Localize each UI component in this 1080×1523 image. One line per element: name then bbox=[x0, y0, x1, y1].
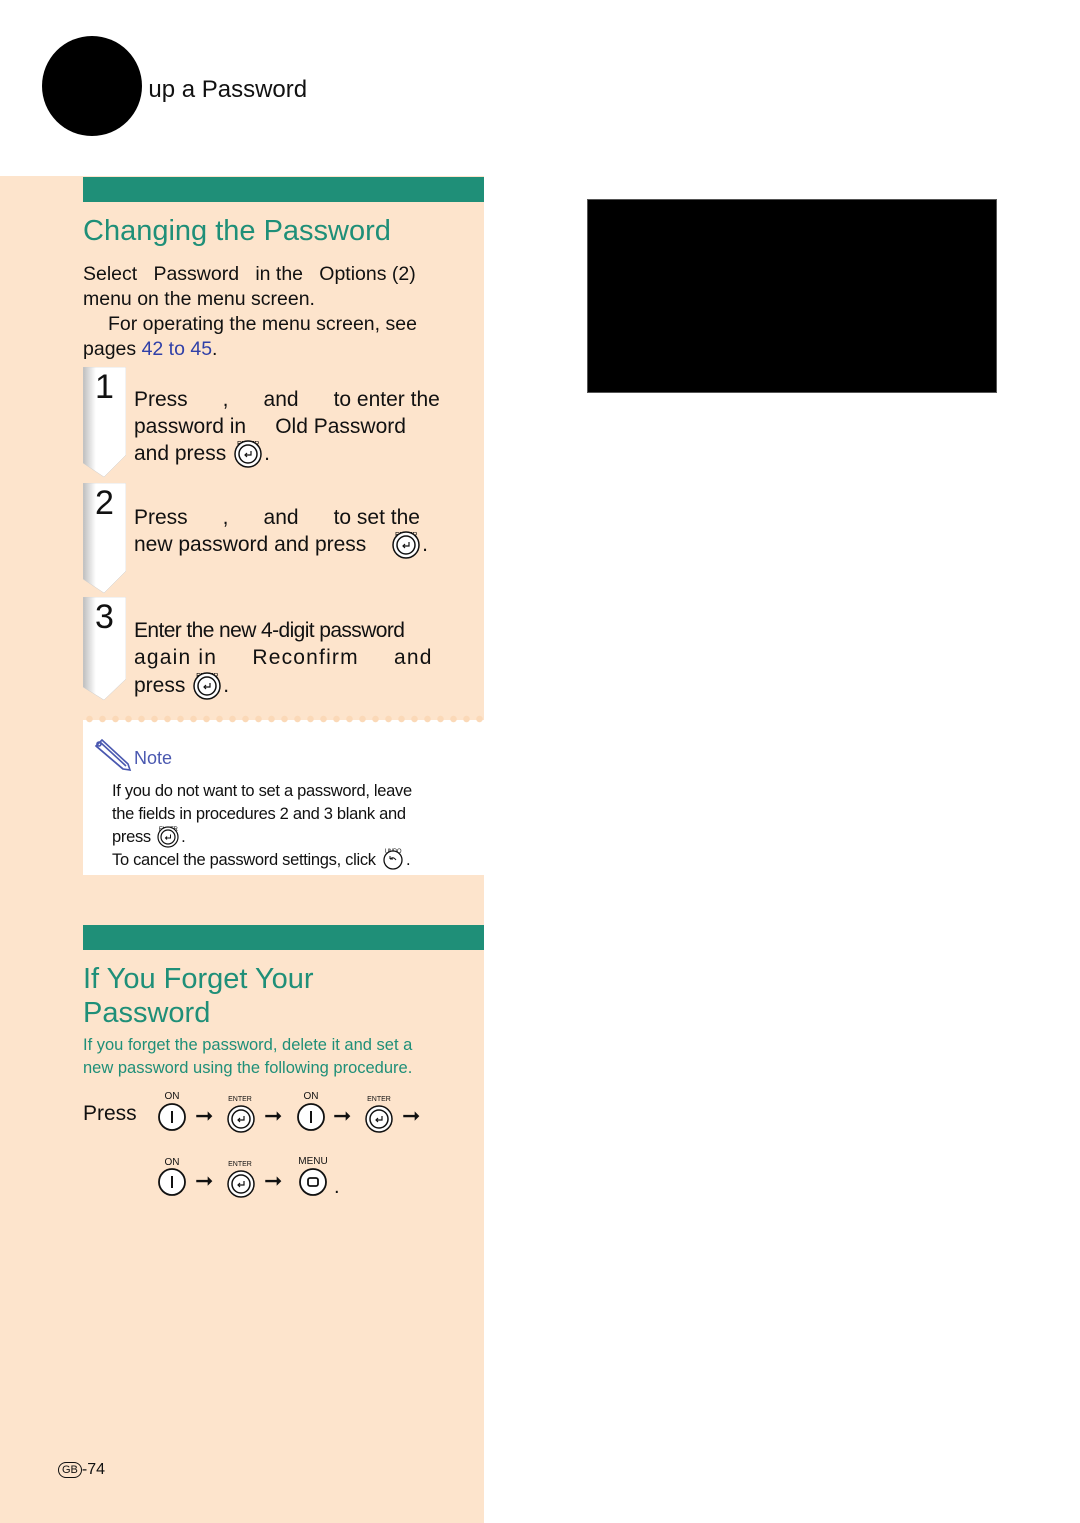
note-line: press ENTER . bbox=[112, 826, 186, 849]
reference-line: For operating the menu screen, see bbox=[108, 313, 417, 335]
step-2-text: Press , and to set the bbox=[134, 506, 420, 529]
note-line3-text: press bbox=[112, 828, 151, 846]
page-number: GB -74 bbox=[58, 1461, 105, 1479]
step-2-text: new password and press ENTER . bbox=[134, 531, 428, 559]
menu-button-icon bbox=[299, 1168, 327, 1196]
arrow-right-icon: ➞ bbox=[195, 1103, 214, 1128]
section2-intro: If you forget the password, delete it an… bbox=[83, 1036, 413, 1054]
step-2-line2: new password and press bbox=[134, 533, 367, 556]
intro-line: menu on the menu screen. bbox=[83, 288, 315, 310]
note-line: If you do not want to set a password, le… bbox=[112, 782, 412, 800]
arrow-right-icon: ➞ bbox=[264, 1103, 283, 1128]
screen-image bbox=[587, 199, 997, 393]
sequence-period: . bbox=[334, 1176, 340, 1198]
chapter-badge-circle bbox=[42, 36, 142, 136]
region-badge: GB bbox=[58, 1462, 82, 1478]
step-1-marker: 1 bbox=[82, 366, 127, 479]
button-label: MENU bbox=[298, 1156, 328, 1167]
on-button-icon bbox=[158, 1168, 186, 1196]
enter-button-icon bbox=[365, 1105, 393, 1133]
step-1-text: password in Old Password bbox=[134, 415, 406, 438]
press-label: Press bbox=[83, 1102, 137, 1125]
step-1-text: and press ENTER . bbox=[134, 440, 270, 468]
arrow-right-icon: ➞ bbox=[402, 1103, 421, 1128]
arrow-right-icon: ➞ bbox=[264, 1168, 283, 1193]
section-heading-forget-password: If You Forget Your bbox=[83, 963, 314, 995]
enter-button-icon: ENTER bbox=[157, 826, 179, 848]
arrow-right-icon: ➞ bbox=[333, 1103, 352, 1128]
undo-button-icon: UNDO bbox=[382, 849, 404, 871]
note-title: Note bbox=[134, 748, 173, 768]
step-2-marker: 2 bbox=[82, 482, 127, 595]
button-label: ENTER bbox=[228, 1161, 252, 1168]
step-number: 3 bbox=[95, 598, 114, 636]
button-label: ON bbox=[303, 1091, 319, 1102]
step-number: 1 bbox=[95, 368, 114, 406]
step-1-line3: and press bbox=[134, 442, 227, 465]
enter-button-icon: ENTER bbox=[392, 531, 420, 559]
step-3-text: again in Reconfirm and bbox=[134, 646, 433, 669]
step-3-marker: 3 bbox=[82, 596, 127, 702]
step-number: 2 bbox=[95, 484, 114, 522]
page-number-text: -74 bbox=[81, 1461, 106, 1478]
step-3-text: Enter the new 4-digit password bbox=[134, 619, 405, 642]
button-label: ENTER bbox=[228, 1096, 252, 1103]
page-header-title: ng up a Password bbox=[115, 76, 308, 103]
reference-prefix: pages bbox=[83, 338, 137, 360]
arrow-right-icon: ➞ bbox=[195, 1168, 214, 1193]
enter-button-icon: ENTER bbox=[193, 672, 221, 700]
button-label: ON bbox=[164, 1091, 180, 1102]
enter-button-icon bbox=[227, 1170, 255, 1198]
on-button-icon bbox=[297, 1103, 325, 1131]
section2-intro: new password using the following procedu… bbox=[83, 1059, 413, 1077]
button-label: ENTER bbox=[367, 1096, 391, 1103]
section-divider-bar bbox=[83, 177, 484, 202]
on-button-icon bbox=[158, 1103, 186, 1131]
section-divider-bar bbox=[83, 925, 484, 950]
section-heading-forget-password: Password bbox=[83, 997, 211, 1029]
step-1-text: Press , and to enter the bbox=[134, 388, 440, 411]
step-3-text: press ENTER . bbox=[134, 672, 229, 700]
pencil-icon bbox=[92, 738, 132, 777]
page-reference-link[interactable]: 42 to 45 bbox=[142, 338, 212, 360]
section-heading-changing-password: Changing the Password bbox=[83, 215, 391, 247]
reference-line: pages 42 to 45. bbox=[83, 337, 217, 362]
note-line: the fields in procedures 2 and 3 blank a… bbox=[112, 805, 406, 823]
enter-button-icon: ENTER bbox=[234, 440, 262, 468]
enter-button-icon bbox=[227, 1105, 255, 1133]
reference-suffix: . bbox=[212, 338, 218, 360]
note-line: To cancel the password settings, click U… bbox=[112, 849, 411, 872]
note-dotted-border bbox=[83, 715, 484, 723]
intro-line: Select Password in the Options (2) bbox=[83, 263, 416, 285]
note-line4-text: To cancel the password settings, click bbox=[112, 851, 376, 869]
step-3-line3: press bbox=[134, 674, 186, 697]
